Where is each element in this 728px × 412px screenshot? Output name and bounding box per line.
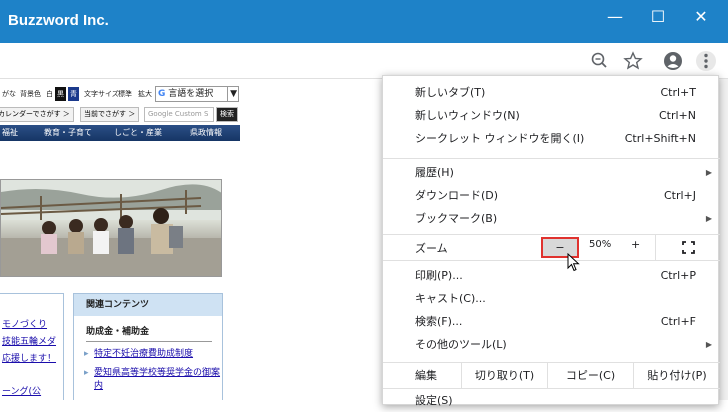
divider — [86, 341, 212, 342]
menu-item-label: 新しいタブ(T) — [415, 86, 486, 99]
close-button[interactable]: ✕ — [684, 6, 718, 28]
site-search-input[interactable]: Google Custom S — [144, 107, 214, 122]
google-icon: G — [158, 89, 166, 99]
site-search-button[interactable]: 検索 — [216, 107, 238, 122]
menu-item-shortcut: Ctrl+P — [660, 269, 696, 282]
menu-item-shortcut: Ctrl+Shift+N — [624, 132, 696, 145]
site-nav: 福祉 教育・子育て しごと・産業 県政情報 — [0, 125, 240, 141]
fullscreen-icon — [682, 241, 695, 254]
nav-item-welfare[interactable]: 福祉 — [2, 127, 18, 138]
menu-item-settings[interactable]: 設定(S) — [383, 389, 720, 412]
nav-item-govt[interactable]: 県政情報 — [190, 127, 222, 138]
left-links: モノづくり 技能五輪メダ 応援します！ ーング(公 — [0, 319, 56, 400]
submenu-arrow-icon: ▶ — [705, 168, 712, 177]
menu-item-label: 印刷(P)... — [415, 269, 463, 282]
paste-button[interactable]: 貼り付け(P) — [633, 363, 720, 388]
access-item[interactable]: 背景色 — [18, 87, 43, 101]
menu-separator — [383, 260, 720, 261]
window-title: Buzzword Inc. — [8, 12, 109, 29]
left-link[interactable]: 技能五輪メダ — [0, 334, 56, 351]
menu-item-history[interactable]: 履歴(H) ▶ — [383, 161, 720, 184]
menu-item-label: 履歴(H) — [415, 166, 454, 179]
translate-label: 言語を選択 — [168, 89, 214, 99]
related-content-box: 関連コンテンツ 助成金・補助金 特定不妊治療費助成制度 愛知県高等学校等奨学金の… — [73, 293, 223, 400]
left-link[interactable]: 応援します！ — [0, 351, 56, 368]
menu-item-bookmarks[interactable]: ブックマーク(B) ▶ — [383, 207, 720, 230]
nav-item-education[interactable]: 教育・子育て — [44, 127, 92, 138]
menu-item-label: キャスト(C)... — [415, 292, 486, 305]
dept-search-button[interactable]: 当前でさがす ＞ — [80, 107, 140, 122]
access-item[interactable]: 文字サイズ — [82, 87, 121, 101]
translate-select[interactable]: G 言語を選択 ▼ — [155, 86, 239, 102]
menu-item-shortcut: Ctrl+N — [658, 109, 696, 122]
menu-item-new-window[interactable]: 新しいウィンドウ(N) Ctrl+N — [383, 104, 720, 127]
menu-item-more-tools[interactable]: その他のツール(L) ▶ — [383, 333, 720, 356]
minimize-button[interactable]: — — [598, 6, 632, 28]
zoom-level: 50% — [589, 239, 612, 250]
left-link — [0, 368, 56, 384]
copy-button[interactable]: コピー(C) — [547, 363, 633, 388]
zoom-label: ズーム — [415, 242, 448, 255]
menu-item-cast[interactable]: キャスト(C)... — [383, 287, 720, 310]
menu-item-label: その他のツール(L) — [415, 338, 507, 351]
accessibility-strip: がな 背景色 白 黒 青 文字サイズ 標準 拡大 G 言語を選択 ▼ — [0, 85, 240, 103]
menu-item-shortcut: Ctrl+J — [663, 189, 696, 202]
fullscreen-button[interactable] — [655, 235, 720, 260]
zoom-in-button[interactable]: + — [631, 238, 640, 251]
mouse-pointer-icon — [567, 252, 581, 277]
nav-item-work[interactable]: しごと・産業 — [114, 127, 162, 138]
menu-item-label: ダウンロード(D) — [415, 189, 499, 202]
profile-icon[interactable] — [663, 51, 683, 71]
submenu-arrow-icon: ▶ — [705, 214, 712, 223]
window-titlebar: Buzzword Inc. — ☐ ✕ — [0, 0, 728, 43]
zoom-out-icon[interactable] — [590, 51, 610, 71]
edit-label: 編集 — [415, 369, 437, 382]
related-link[interactable]: 愛知県高等学校等奨学金の御案内 — [74, 367, 222, 393]
access-item[interactable]: 黒 — [55, 87, 66, 101]
zoom-row: ズーム − 50% + — [383, 235, 720, 260]
access-item[interactable]: 拡大 — [136, 87, 154, 101]
access-item[interactable]: がな — [0, 87, 18, 101]
star-icon[interactable] — [623, 51, 643, 71]
menu-item-label: ブックマーク(B) — [415, 212, 498, 225]
menu-separator — [383, 158, 720, 159]
children-photo — [0, 179, 222, 277]
access-item[interactable]: 青 — [68, 87, 79, 101]
left-link[interactable]: モノづくり — [0, 317, 56, 334]
left-link[interactable]: ーング(公 — [0, 384, 56, 400]
menu-item-label: 新しいウィンドウ(N) — [415, 109, 520, 122]
menu-item-label: 検索(F)... — [415, 315, 463, 328]
translate-arrow: ▼ — [227, 87, 237, 101]
menu-item-find[interactable]: 検索(F)... Ctrl+F — [383, 310, 720, 333]
submenu-arrow-icon: ▶ — [705, 340, 712, 349]
menu-item-label: シークレット ウィンドウを開く(I) — [415, 132, 585, 145]
related-content-header: 関連コンテンツ — [74, 294, 222, 316]
menu-item-incognito[interactable]: シークレット ウィンドウを開く(I) Ctrl+Shift+N — [383, 127, 720, 150]
grants-subheader: 助成金・補助金 — [86, 327, 150, 337]
menu-item-shortcut: Ctrl+F — [660, 315, 696, 328]
search-strip: カレンダーでさがす ＞ 当前でさがす ＞ Google Custom S 検索 — [0, 107, 240, 123]
calendar-search-button[interactable]: カレンダーでさがす ＞ — [0, 107, 74, 122]
menu-item-shortcut: Ctrl+T — [660, 86, 696, 99]
more-vert-icon[interactable] — [696, 51, 716, 71]
menu-item-downloads[interactable]: ダウンロード(D) Ctrl+J — [383, 184, 720, 207]
menu-item-new-tab[interactable]: 新しいタブ(T) Ctrl+T — [383, 81, 720, 104]
edit-row: 編集 切り取り(T) コピー(C) 貼り付け(P) — [383, 363, 720, 388]
access-item[interactable]: 白 — [44, 87, 55, 101]
menu-item-label: 設定(S) — [415, 394, 453, 407]
chrome-main-menu: 新しいタブ(T) Ctrl+T 新しいウィンドウ(N) Ctrl+N シークレッ… — [382, 75, 720, 407]
related-link[interactable]: 特定不妊治療費助成制度 — [74, 348, 222, 361]
access-item[interactable]: 標準 — [116, 87, 134, 101]
browser-toolbar — [0, 43, 728, 79]
menu-item-print[interactable]: 印刷(P)... Ctrl+P — [383, 264, 720, 287]
cut-button[interactable]: 切り取り(T) — [461, 363, 547, 388]
maximize-button[interactable]: ☐ — [641, 6, 675, 28]
